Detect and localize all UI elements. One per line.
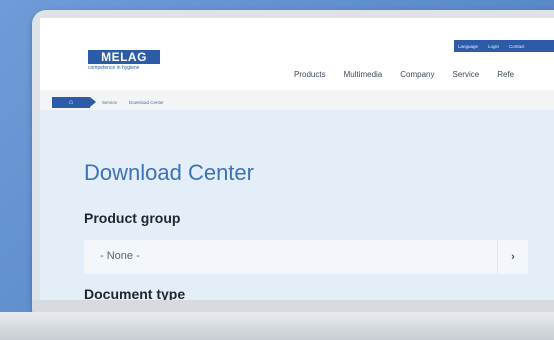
laptop-base [0,312,554,340]
breadcrumb-service[interactable]: Service [102,100,117,105]
nav-products[interactable]: Products [294,70,326,79]
nav-company[interactable]: Company [400,70,434,79]
site-header: MELAG competence in hygiene Language Log… [40,18,554,90]
main-content: Download Center Product group - None - ›… [40,110,554,300]
home-icon[interactable]: ⌂ [52,96,96,108]
main-nav: Products Multimedia Company Service Refe [294,70,514,79]
product-group-select[interactable]: - None - › [84,240,528,274]
chevron-right-icon[interactable]: › [497,240,528,274]
product-group-value: - None - [100,250,140,262]
utility-login-link[interactable]: Login [488,44,499,49]
document-type-label: Document type [84,286,186,300]
breadcrumb: ⌂ Service Download Center [40,96,554,108]
logo-tagline: competence in hygiene [88,65,140,71]
melag-logo[interactable]: MELAG [88,50,160,64]
nav-references[interactable]: Refe [497,70,514,79]
browser-screen: MELAG competence in hygiene Language Log… [40,18,554,300]
nav-service[interactable]: Service [453,70,480,79]
logo-text: MELAG [101,50,147,64]
nav-multimedia[interactable]: Multimedia [344,70,383,79]
utility-contact-link[interactable]: Contact [509,44,525,49]
product-group-label: Product group [84,210,181,226]
page-title: Download Center [84,160,254,185]
breadcrumb-download-center: Download Center [129,99,164,105]
utility-nav: Language Login Contact [454,40,554,52]
utility-language-link[interactable]: Language [458,44,478,49]
